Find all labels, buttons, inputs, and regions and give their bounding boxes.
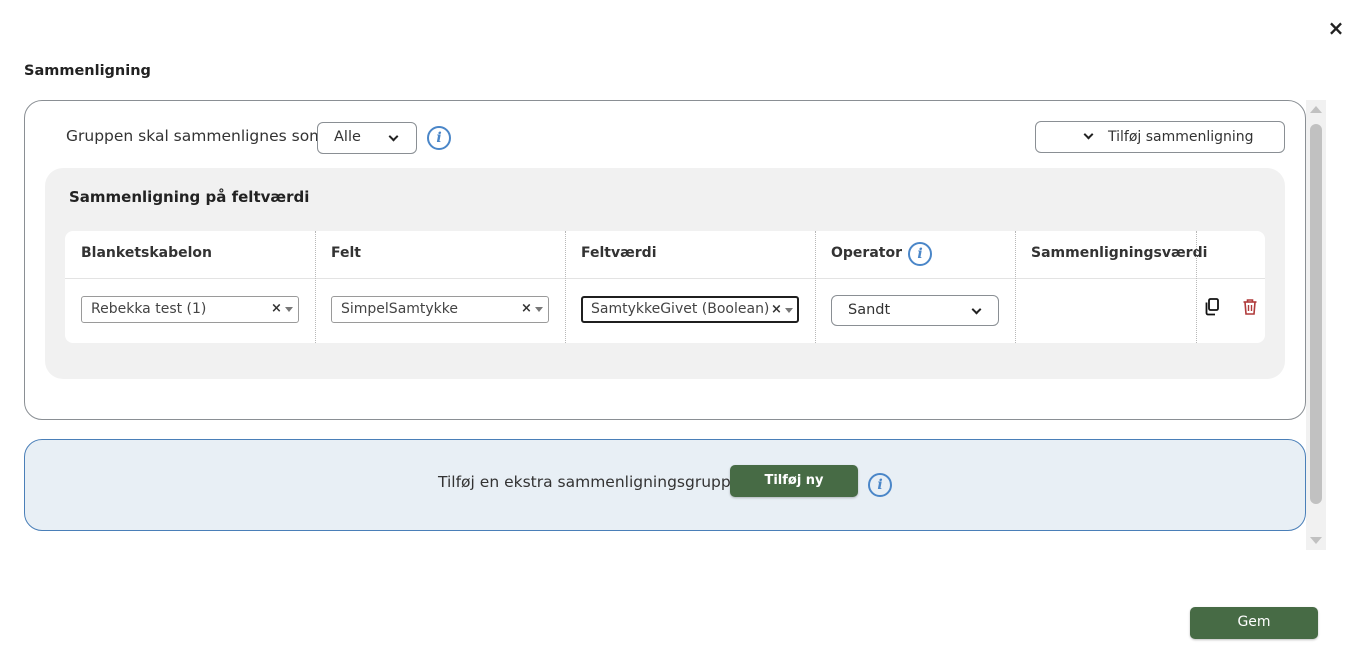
scroll-up-arrow[interactable] bbox=[1310, 106, 1322, 113]
operator-select[interactable]: Sandt bbox=[831, 295, 999, 326]
column-divider bbox=[815, 231, 816, 343]
operator-value: Sandt bbox=[848, 302, 891, 318]
field-comparison-table: Blanketskabelon Felt Feltværdi Operator … bbox=[65, 231, 1265, 343]
field-comparison-panel: Sammenligning på feltværdi Blanketskabel… bbox=[45, 168, 1285, 379]
trash-icon[interactable] bbox=[1242, 298, 1258, 316]
table-header-divider bbox=[65, 278, 1265, 279]
group-match-label: Gruppen skal sammenlignes som: bbox=[66, 127, 330, 145]
add-new-button[interactable]: Tilføj ny bbox=[730, 465, 858, 497]
group-match-select-value: Alle bbox=[334, 129, 361, 145]
chevron-down-icon bbox=[1083, 129, 1094, 140]
field-combobox[interactable]: SimpelSamtykke × bbox=[331, 296, 549, 323]
column-header-field-value: Feltværdi bbox=[581, 245, 657, 261]
operator-info-icon[interactable]: i bbox=[908, 242, 932, 266]
column-header-comparison-value: Sammenligningsværdi bbox=[1031, 245, 1208, 261]
info-icon[interactable]: i bbox=[427, 126, 451, 150]
extra-group-panel: Tilføj en ekstra sammenligningsgruppe Ti… bbox=[24, 439, 1306, 531]
field-value-selected: SamtykkeGivet (Boolean) bbox=[591, 301, 770, 317]
add-comparison-label: Tilføj sammenligning bbox=[1108, 129, 1254, 145]
add-comparison-button[interactable]: Tilføj sammenligning bbox=[1035, 121, 1285, 153]
column-header-template: Blanketskabelon bbox=[81, 245, 212, 261]
template-value: Rebekka test (1) bbox=[91, 301, 207, 317]
field-value-combobox[interactable]: SamtykkeGivet (Boolean) × bbox=[581, 296, 799, 323]
template-combobox[interactable]: Rebekka test (1) × bbox=[81, 296, 299, 323]
chevron-down-icon bbox=[388, 131, 399, 142]
field-comparison-title: Sammenligning på feltværdi bbox=[69, 188, 310, 206]
scrollbar-thumb[interactable] bbox=[1310, 124, 1322, 504]
column-divider bbox=[1196, 231, 1197, 343]
clear-field-value-icon[interactable]: × bbox=[771, 302, 782, 317]
chevron-down-icon bbox=[971, 304, 982, 315]
caret-down-icon bbox=[535, 307, 543, 312]
column-header-field: Felt bbox=[331, 245, 361, 261]
info-icon[interactable]: i bbox=[868, 473, 892, 497]
scrollbar[interactable] bbox=[1306, 100, 1326, 550]
save-button[interactable]: Gem bbox=[1190, 607, 1318, 639]
comparison-group-card: Gruppen skal sammenlignes som: Alle i Ti… bbox=[24, 100, 1306, 420]
dialog-title: Sammenligning bbox=[24, 63, 151, 79]
column-divider bbox=[565, 231, 566, 343]
caret-down-icon bbox=[285, 307, 293, 312]
caret-down-icon bbox=[785, 308, 793, 313]
scroll-down-arrow[interactable] bbox=[1310, 537, 1322, 544]
column-divider bbox=[1015, 231, 1016, 343]
close-icon[interactable]: × bbox=[1326, 16, 1346, 40]
group-match-select[interactable]: Alle bbox=[317, 122, 417, 154]
extra-group-label: Tilføj en ekstra sammenligningsgruppe bbox=[438, 473, 741, 491]
column-divider bbox=[315, 231, 316, 343]
clear-field-icon[interactable]: × bbox=[521, 301, 532, 316]
field-value: SimpelSamtykke bbox=[341, 301, 459, 317]
clear-template-icon[interactable]: × bbox=[271, 301, 282, 316]
copy-icon[interactable] bbox=[1204, 298, 1220, 316]
